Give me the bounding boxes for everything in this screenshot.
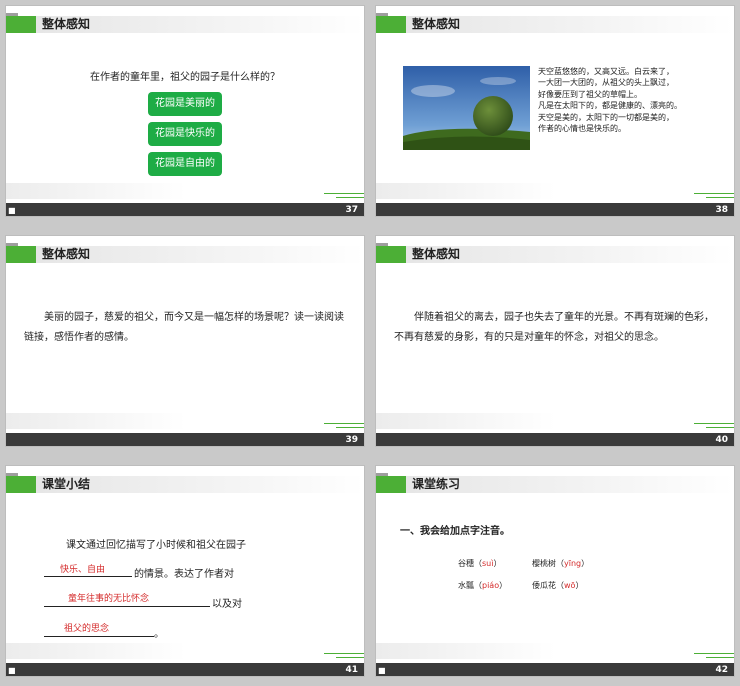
topiary-photo	[403, 66, 530, 150]
slide-title: 整体感知	[412, 247, 461, 261]
exercise-title: 一、我会给加点字注音。	[400, 526, 510, 537]
bottom-decoration	[6, 643, 186, 659]
description-text: 天空蓝悠悠的，又高又远。白云来了， 一大团一大团的，从祖父的头上飘过， 好像要压…	[538, 67, 682, 134]
ppt-icon: ■	[378, 666, 386, 675]
answer-button-3[interactable]: 花园是自由的	[148, 152, 222, 176]
ppt-icon: ■	[8, 206, 16, 215]
slide-37[interactable]: 整体感知 在作者的童年里，祖父的园子是什么样的？ 花园是美丽的 花园是快乐的 花…	[6, 6, 364, 216]
deco-line	[706, 657, 734, 658]
deco-line	[706, 197, 734, 198]
footer-bar: 38	[376, 203, 734, 216]
bottom-decoration	[376, 413, 556, 429]
slide-title: 课堂小结	[42, 477, 91, 491]
footer-bar: ■ 42	[376, 663, 734, 676]
slide-title: 课堂练习	[412, 477, 461, 491]
deco-line	[694, 193, 734, 194]
page-number: 42	[715, 665, 728, 675]
paragraph-text: 美丽的园子，慈爱的祖父，而今又是一幅怎样的场景呢？读一读阅读链接，感悟作者的感情…	[24, 312, 344, 343]
deco-line	[324, 423, 364, 424]
header-bar	[6, 246, 36, 263]
paragraph-text: 伴随着祖父的离去，园子也失去了童年的光景。不再有斑斓的色彩，不再有慈爱的身影，有…	[394, 312, 714, 343]
header-bar	[6, 476, 36, 493]
header-bar	[376, 476, 406, 493]
pinyin-item: 谷穗（suì）	[458, 559, 502, 568]
page-number: 39	[345, 435, 358, 445]
pinyin-item: 水瓢（piáo）	[458, 581, 508, 590]
deco-line	[694, 653, 734, 654]
question-text: 在作者的童年里，祖父的园子是什么样的？	[90, 72, 280, 83]
answer-button-1[interactable]: 花园是美丽的	[148, 92, 222, 116]
summary-end: 。	[154, 629, 164, 640]
deco-line	[694, 423, 734, 424]
ppt-icon: ■	[8, 666, 16, 675]
slide-39[interactable]: 整体感知 美丽的园子，慈爱的祖父，而今又是一幅怎样的场景呢？读一读阅读链接，感悟…	[6, 236, 364, 446]
header-bar	[6, 16, 36, 33]
footer-bar: ■ 37	[6, 203, 364, 216]
deco-line	[324, 193, 364, 194]
answer-3: 祖父的思念	[64, 624, 110, 634]
header-bar	[376, 16, 406, 33]
slide-41[interactable]: 课堂小结 课文通过回忆描写了小时候和祖父在园子 快乐、自由 的情景。表达了作者对…	[6, 466, 364, 676]
summary-line-3: 以及对	[212, 599, 242, 610]
footer-bar: 39	[6, 433, 364, 446]
slide-42[interactable]: 课堂练习 一、我会给加点字注音。 谷穗（suì） 樱桃树（yīng） 水瓢（pi…	[376, 466, 734, 676]
deco-line	[336, 427, 364, 428]
slide-title: 整体感知	[412, 17, 461, 31]
deco-line	[336, 197, 364, 198]
page-number: 41	[345, 665, 358, 675]
bottom-decoration	[376, 183, 556, 199]
slide-40[interactable]: 整体感知 伴随着祖父的离去，园子也失去了童年的光景。不再有斑斓的色彩，不再有慈爱…	[376, 236, 734, 446]
page-number: 38	[715, 205, 728, 215]
summary-line-2: 的情景。表达了作者对	[134, 569, 234, 580]
pinyin-item: 樱桃树（yīng）	[532, 559, 590, 568]
slide-38[interactable]: 整体感知 天空蓝悠悠的，又高又远。白云来了， 一大团一大团的，从祖父的头上飘过，…	[376, 6, 734, 216]
page-number: 37	[345, 205, 358, 215]
summary-line-1: 课文通过回忆描写了小时候和祖父在园子	[66, 540, 246, 551]
deco-line	[706, 427, 734, 428]
footer-bar: 40	[376, 433, 734, 446]
answer-button-2[interactable]: 花园是快乐的	[148, 122, 222, 146]
deco-line	[336, 657, 364, 658]
answer-1: 快乐、自由	[60, 565, 106, 575]
pinyin-item: 倭瓜花（wō）	[532, 581, 584, 590]
answer-2: 童年往事的无比怀念	[68, 594, 150, 604]
bottom-decoration	[6, 183, 186, 199]
deco-line	[324, 653, 364, 654]
header-bar	[376, 246, 406, 263]
footer-bar: ■ 41	[6, 663, 364, 676]
slide-title: 整体感知	[42, 247, 91, 261]
bottom-decoration	[6, 413, 186, 429]
page-number: 40	[715, 435, 728, 445]
slide-title: 整体感知	[42, 17, 91, 31]
bottom-decoration	[376, 643, 556, 659]
